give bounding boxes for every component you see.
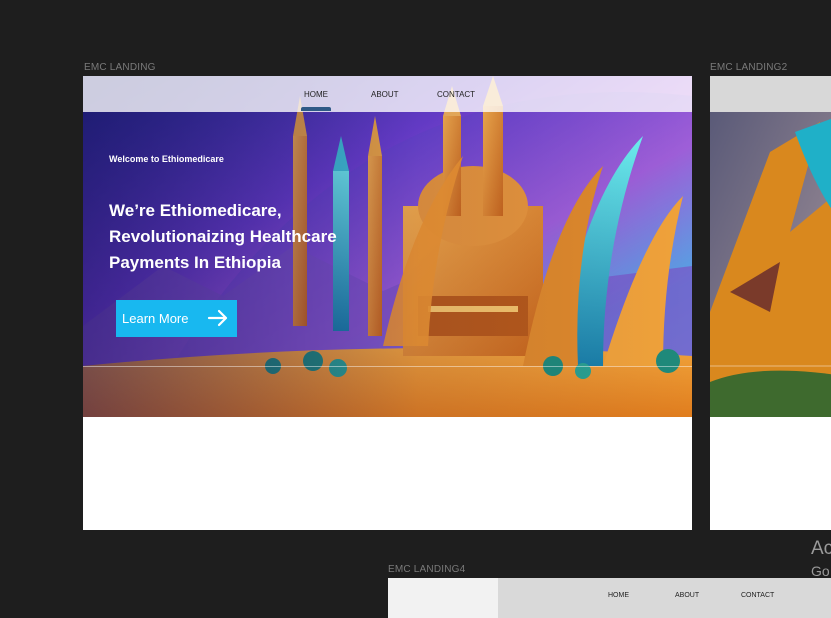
frame-label-landing4[interactable]: EMC LANDING4 (388, 564, 465, 575)
learn-more-button[interactable]: Learn More (116, 300, 237, 337)
welcome-text: Welcome to Ethiomedicare (109, 154, 224, 164)
side-text-line-1: Ac (811, 538, 831, 559)
frame-label-landing[interactable]: EMC LANDING (84, 62, 156, 73)
hero-section: HOME ABOUT CONTACT Welcome to Ethiomedic… (83, 76, 692, 417)
headline-line-3: Payments In Ethiopia (109, 253, 281, 272)
headline-line-2: Revolutionaizing Healthcare (109, 227, 337, 246)
hero-divider (83, 366, 692, 367)
nav-about[interactable]: ABOUT (371, 90, 399, 99)
arrow-right-icon (207, 309, 228, 327)
headline-line-1: We’re Ethiomedicare, (109, 201, 282, 220)
side-text-line-2: Go (811, 563, 830, 579)
frame-label-landing2[interactable]: EMC LANDING2 (710, 62, 787, 73)
hero-background-illustration (710, 112, 831, 417)
navbar (710, 76, 831, 112)
nav-contact[interactable]: CONTACT (437, 90, 475, 99)
landing4-frame[interactable]: HOME ABOUT CONTACT (388, 578, 831, 618)
learn-more-label: Learn More (122, 311, 189, 326)
hero-fade (388, 578, 498, 618)
hero-headline: We’re Ethiomedicare, Revolutionaizing He… (109, 198, 409, 276)
nav-home[interactable]: HOME (304, 90, 328, 99)
nav-active-indicator (301, 107, 331, 111)
landing2-frame[interactable] (710, 76, 831, 530)
landing-frame[interactable]: HOME ABOUT CONTACT Welcome to Ethiomedic… (83, 76, 692, 530)
